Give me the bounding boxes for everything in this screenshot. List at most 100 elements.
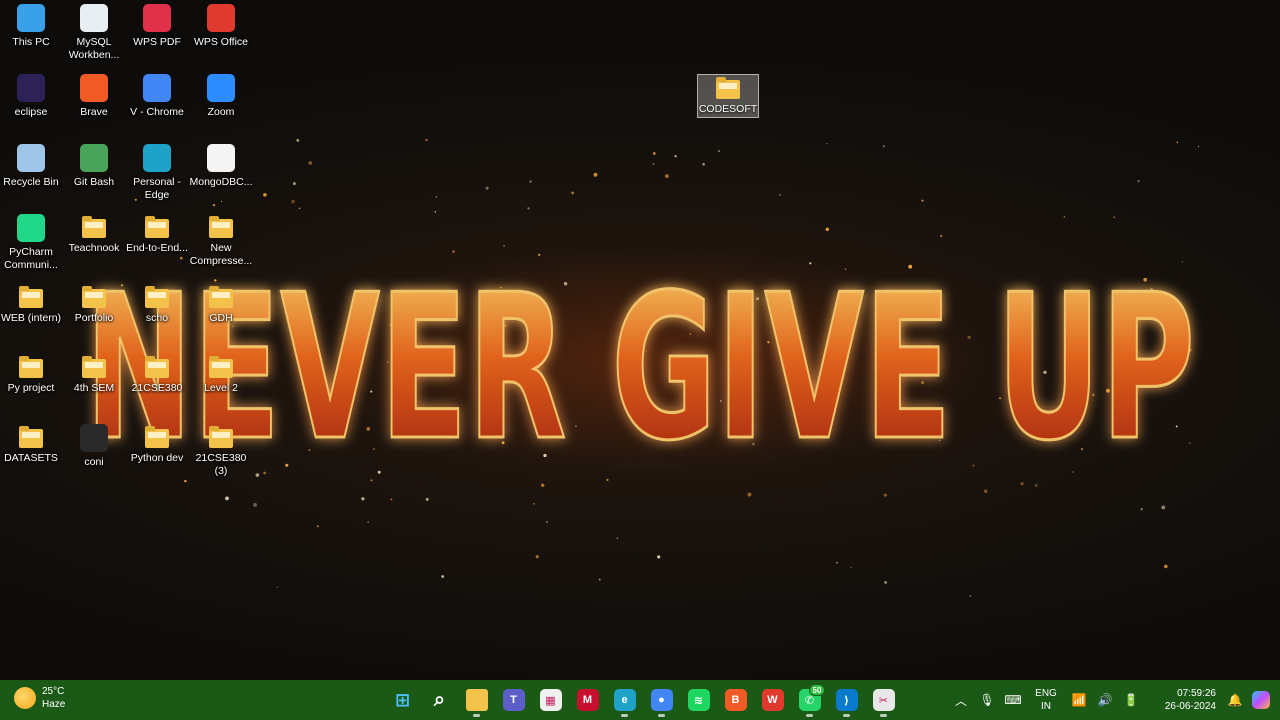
wallpaper-spark [665,174,669,178]
wallpaper-spark [778,193,781,196]
taskbar-mcafee-button[interactable]: M [569,680,606,720]
wallpaper-spark [1176,141,1179,144]
desktop-icon-label: 4th SEM [73,382,115,394]
taskbar-spotify-button[interactable]: ≋ [680,680,717,720]
taskbar-teams-button[interactable]: T [495,680,532,720]
desktop-icon[interactable]: Git Bash [61,144,127,189]
show-hidden-icons-chevron-icon[interactable]: ︿ [948,680,974,720]
desktop-icon[interactable]: End-to-End... [124,214,190,255]
taskbar-vscode-button[interactable]: ⟩ [828,680,865,720]
desktop-icon[interactable]: Portfolio [61,284,127,325]
desktop-icon[interactable]: DATASETS [0,424,64,465]
microphone-icon[interactable]: 🎙 [974,680,1000,720]
desktop-icon[interactable]: 21CSE380 [124,354,190,395]
desktop-icon[interactable]: Level 2 [188,354,254,395]
wallpaper-spark [674,155,677,158]
wallpaper-spark [652,152,656,155]
desktop-icon[interactable]: coni [61,424,127,469]
desktop-icon[interactable]: 21CSE380 (3) [188,424,254,478]
desktop-icon[interactable]: MySQL Workben... [61,4,127,62]
desktop-icon[interactable]: eclipse [0,74,64,119]
desktop-icon[interactable]: Personal - Edge [124,144,190,202]
desktop-icon[interactable]: PyCharm Communi... [0,214,64,272]
taskbar-apps: ⊞ ⌕ T ▦ Me ● ≋ B W ✆ 50 ⟩ ✂ [384,680,902,720]
taskbar-file-explorer-button[interactable] [458,680,495,720]
taskbar-edge-button[interactable]: e [606,680,643,720]
weather-widget[interactable]: 25°C Haze [14,685,65,711]
desktop-icon-label: 21CSE380 (3) [195,452,247,477]
terminal-icon [80,424,108,452]
desktop-icon-label: Level 2 [204,382,238,394]
taskbar-snipping-tool-button[interactable]: ✂ [865,680,902,720]
unread-count-badge: 50 [809,684,825,696]
wallpaper-spark [593,172,598,177]
folder-icon [209,426,233,448]
desktop-icon[interactable]: scho [124,284,190,325]
folder-icon [209,216,233,238]
input-language-indicator[interactable]: ENG IN [1026,687,1066,713]
desktop-icon[interactable]: V - Chrome [124,74,190,119]
running-indicator [473,714,480,717]
wallpaper-spark [652,162,655,165]
wallpaper-spark [435,196,438,198]
taskbar-clock[interactable]: 07:59:26 26-06-2024 [1144,687,1216,713]
desktop-icon-label: Python dev [130,452,184,464]
desktop-icon[interactable]: GDH [188,284,254,325]
wallpaper-spark [546,521,548,523]
taskbar-search-button[interactable]: ⌕ [421,680,458,720]
wifi-icon[interactable]: 📶 [1066,680,1092,720]
desktop-icon[interactable]: WEB (intern) [0,284,64,325]
notification-bell-icon[interactable]: 🔔 [1222,680,1248,720]
wps-office-icon: W [761,689,784,711]
folder-icon [145,286,169,308]
wallpaper-spark [533,502,535,505]
wallpaper-spark [225,496,229,501]
wallpaper-spark [361,497,365,501]
desktop-icon[interactable]: This PC [0,4,64,49]
desktop-icon[interactable]: Teachnook [61,214,127,255]
wallpaper-spark [298,207,301,210]
wallpaper-spark [1164,564,1168,569]
desktop-icon[interactable]: MongoDBC... [188,144,254,189]
desktop-icon[interactable]: WPS Office [188,4,254,49]
copilot-icon[interactable] [1248,680,1274,720]
touch-keyboard-icon[interactable]: ⌨ [1000,680,1026,720]
taskbar-chrome-button[interactable]: ● [643,680,680,720]
desktop-icon[interactable]: New Compresse... [188,214,254,268]
wps-pdf-icon [143,4,171,32]
language-code: ENG [1035,688,1057,699]
spotify-icon: ≋ [687,689,710,711]
desktop-icon-label: DATASETS [4,452,58,464]
desktop-icon-label: V - Chrome [130,106,184,118]
desktop-icon-codesoft[interactable]: CODESOFT [697,74,759,118]
taskbar-microsoft-store-button[interactable]: ▦ [532,680,569,720]
edge-icon [143,144,171,172]
running-indicator [621,714,628,717]
wallpaper-spark [292,182,296,186]
desktop-icon-label: MongoDBC... [189,176,253,188]
desktop-icon[interactable]: Py project [0,354,64,395]
windows-start-icon: ⊞ [394,689,411,710]
desktop-icon-label: 21CSE380 [131,382,183,394]
desktop-icon-label: Recycle Bin [3,176,59,188]
running-indicator [880,714,887,717]
battery-icon[interactable]: 🔋 [1118,680,1144,720]
desktop-icon[interactable]: Python dev [124,424,190,465]
taskbar-wps-office-button[interactable]: W [754,680,791,720]
desktop-icon[interactable]: Zoom [188,74,254,119]
taskbar-start-button[interactable]: ⊞ [384,680,421,720]
wallpaper-spark [425,497,429,501]
desktop-icon-label: Py project [7,382,55,394]
wallpaper-spark [220,200,223,203]
wallpaper-spark [291,199,295,204]
taskbar-whatsapp-button[interactable]: ✆ 50 [791,680,828,720]
wallpaper-spark [212,203,216,207]
wallpaper-spark [316,525,319,528]
desktop-icon[interactable]: WPS PDF [124,4,190,49]
taskbar-brave-button[interactable]: B [717,680,754,720]
desktop-icon[interactable]: Brave [61,74,127,119]
volume-icon[interactable]: 🔊 [1092,680,1118,720]
desktop-icon[interactable]: 4th SEM [61,354,127,395]
desktop-icon[interactable]: Recycle Bin [0,144,64,189]
desktop-icon-label: Git Bash [73,176,115,188]
